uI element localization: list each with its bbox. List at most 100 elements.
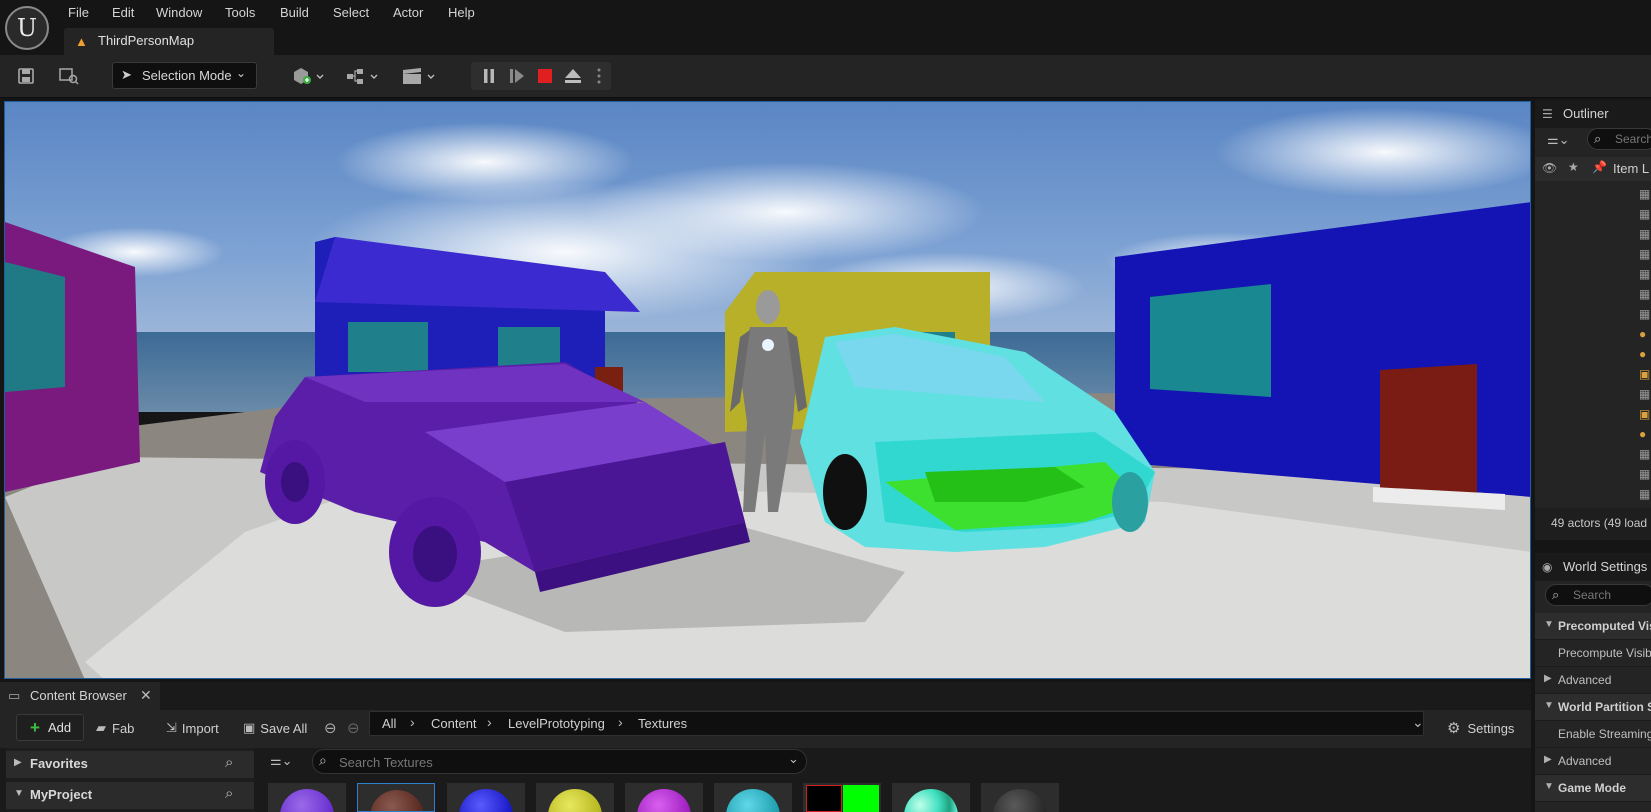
save-icon[interactable] <box>14 63 38 89</box>
selection-mode-dropdown[interactable]: ➤ Selection Mode ⌄ <box>112 62 257 89</box>
menu-tools[interactable]: Tools <box>225 3 255 23</box>
eject-icon[interactable] <box>562 63 584 89</box>
item-label-column[interactable]: Item L <box>1613 161 1649 176</box>
category-precomputed-visibility[interactable]: ▼ Precomputed Visibi <box>1535 613 1651 640</box>
menu-select[interactable]: Select <box>333 3 369 23</box>
plus-icon: + <box>30 718 40 737</box>
category-world-partition[interactable]: ▼ World Partition Se <box>1535 694 1651 721</box>
browse-icon[interactable] <box>56 63 82 89</box>
texture-thumbnail <box>726 789 780 812</box>
warning-icon: ▲ <box>75 34 88 49</box>
outliner-row[interactable]: ● <box>1535 344 1651 364</box>
cinematics-icon[interactable] <box>399 63 439 89</box>
outliner-search[interactable]: ⌕ Search <box>1587 128 1651 150</box>
filter-icon[interactable]: ⚌⌄ <box>1547 132 1570 148</box>
unreal-logo-icon[interactable]: U <box>5 6 49 50</box>
texture-thumbnail <box>843 785 879 812</box>
outliner-row[interactable]: ▦ <box>1535 444 1651 464</box>
outliner-row[interactable]: ▦ <box>1535 244 1651 264</box>
outliner-row[interactable]: ● <box>1535 424 1651 444</box>
asset-tile[interactable] <box>268 783 346 812</box>
search-icon[interactable]: ⌕ <box>225 785 233 802</box>
outliner-row[interactable]: ▦ <box>1535 464 1651 484</box>
add-actor-icon[interactable] <box>288 63 328 89</box>
outliner-row[interactable]: ▦ <box>1535 484 1651 504</box>
asset-tile[interactable] <box>625 783 703 812</box>
outliner-row[interactable]: ▦ <box>1535 384 1651 404</box>
outliner-title: Outliner <box>1563 106 1609 121</box>
save-all-button[interactable]: ▣ Save All <box>243 714 307 742</box>
close-icon[interactable]: ✕ <box>140 687 152 704</box>
breadcrumb-all[interactable]: All <box>382 716 396 731</box>
forward-icon[interactable]: ⊖ <box>347 714 360 742</box>
asset-tile[interactable] <box>536 783 614 812</box>
outliner-row[interactable]: ▦ <box>1535 304 1651 324</box>
outliner-header: ☰ Outliner <box>1535 100 1651 128</box>
more-icon[interactable] <box>592 63 606 89</box>
outliner-row[interactable]: ▦ <box>1535 204 1651 224</box>
back-icon[interactable]: ⊖ <box>324 714 337 742</box>
filter-icon[interactable]: ⚌⌄ <box>270 753 293 769</box>
subcategory-advanced[interactable]: ▶ Advanced <box>1535 748 1651 775</box>
chevron-right-icon: › <box>487 714 492 730</box>
outliner-row[interactable]: ▦ <box>1535 184 1651 204</box>
sidebar-favorites[interactable]: ▶ Favorites ⌕ <box>6 751 254 778</box>
fab-button[interactable]: ▰ Fab <box>96 714 134 742</box>
asset-tile-selected[interactable] <box>357 783 435 812</box>
category-game-mode[interactable]: ▼ Game Mode <box>1535 775 1651 802</box>
texture-thumbnail <box>280 789 334 812</box>
content-browser-sidebar: ▶ Favorites ⌕ ▼ MyProject ⌕ <box>6 748 254 812</box>
menu-window[interactable]: Window <box>156 3 202 23</box>
breadcrumb-levelprototyping[interactable]: LevelPrototyping <box>508 716 605 731</box>
menu-help[interactable]: Help <box>448 3 475 23</box>
outliner-row[interactable]: ● <box>1535 324 1651 344</box>
outliner-row[interactable]: ▦ <box>1535 284 1651 304</box>
sidebar-myproject[interactable]: ▼ MyProject ⌕ <box>6 782 254 809</box>
world-settings-search[interactable]: ⌕ Search <box>1545 584 1651 606</box>
outliner-row[interactable]: ▦ <box>1535 264 1651 284</box>
chevron-down-icon: ⌄ <box>236 66 247 80</box>
breadcrumb-textures[interactable]: Textures <box>638 716 687 731</box>
path-breadcrumb: All › Content › LevelPrototyping › Textu… <box>369 711 1424 736</box>
chevron-down-icon[interactable]: ⌄ <box>788 751 799 767</box>
visibility-icon[interactable]: 👁 <box>1542 161 1557 175</box>
settings-button[interactable]: ⚙ Settings <box>1447 714 1514 742</box>
star-icon[interactable]: ★ <box>1568 160 1579 174</box>
skip-frame-icon[interactable] <box>506 63 528 89</box>
pin-icon[interactable]: 📌 <box>1592 160 1607 174</box>
blueprint-icon[interactable] <box>343 63 383 89</box>
menu-build[interactable]: Build <box>280 3 309 23</box>
import-button[interactable]: ⇲ Import <box>166 714 219 742</box>
menu-file[interactable]: File <box>68 3 89 23</box>
subcategory-advanced[interactable]: ▶ Advanced <box>1535 667 1651 694</box>
chevron-down-icon[interactable]: ⌄ <box>1412 714 1424 731</box>
fab-icon: ▰ <box>96 720 106 735</box>
menu-edit[interactable]: Edit <box>112 3 134 23</box>
property-enable-streaming[interactable]: Enable Streaming <box>1535 721 1651 748</box>
outliner-icon: ☰ <box>1542 107 1553 121</box>
search-icon: ⌕ <box>1594 131 1602 146</box>
pause-icon[interactable] <box>478 63 500 89</box>
property-precompute-visibility[interactable]: Precompute Visibi <box>1535 640 1651 667</box>
add-button[interactable]: + Add <box>16 714 84 741</box>
breadcrumb-content[interactable]: Content <box>431 716 477 731</box>
stop-icon[interactable] <box>534 63 556 89</box>
menu-actor[interactable]: Actor <box>393 3 423 23</box>
asset-tile[interactable] <box>803 783 881 812</box>
window <box>5 262 65 392</box>
outliner-row[interactable]: ▦ <box>1535 224 1651 244</box>
asset-search[interactable]: ⌕ Search Textures ⌄ <box>312 749 807 774</box>
level-viewport[interactable] <box>4 101 1531 679</box>
outliner-panel: ☰ Outliner ⚌⌄ ⌕ Search 👁 ★ 📌 Item L ▦ ▦ … <box>1535 100 1651 540</box>
search-icon[interactable]: ⌕ <box>225 754 233 771</box>
outliner-row[interactable]: ▣ <box>1535 404 1651 424</box>
content-browser-tab[interactable]: ▭ Content Browser ✕ <box>0 682 160 710</box>
asset-tile[interactable] <box>981 783 1059 812</box>
outliner-row[interactable]: ▣ <box>1535 364 1651 384</box>
level-tab[interactable]: ▲ ThirdPersonMap <box>64 28 274 55</box>
asset-tile[interactable] <box>714 783 792 812</box>
asset-tile[interactable] <box>447 783 525 812</box>
asset-tile[interactable] <box>892 783 970 812</box>
expand-icon: ▼ <box>14 788 24 799</box>
expand-icon: ▼ <box>1544 781 1554 792</box>
